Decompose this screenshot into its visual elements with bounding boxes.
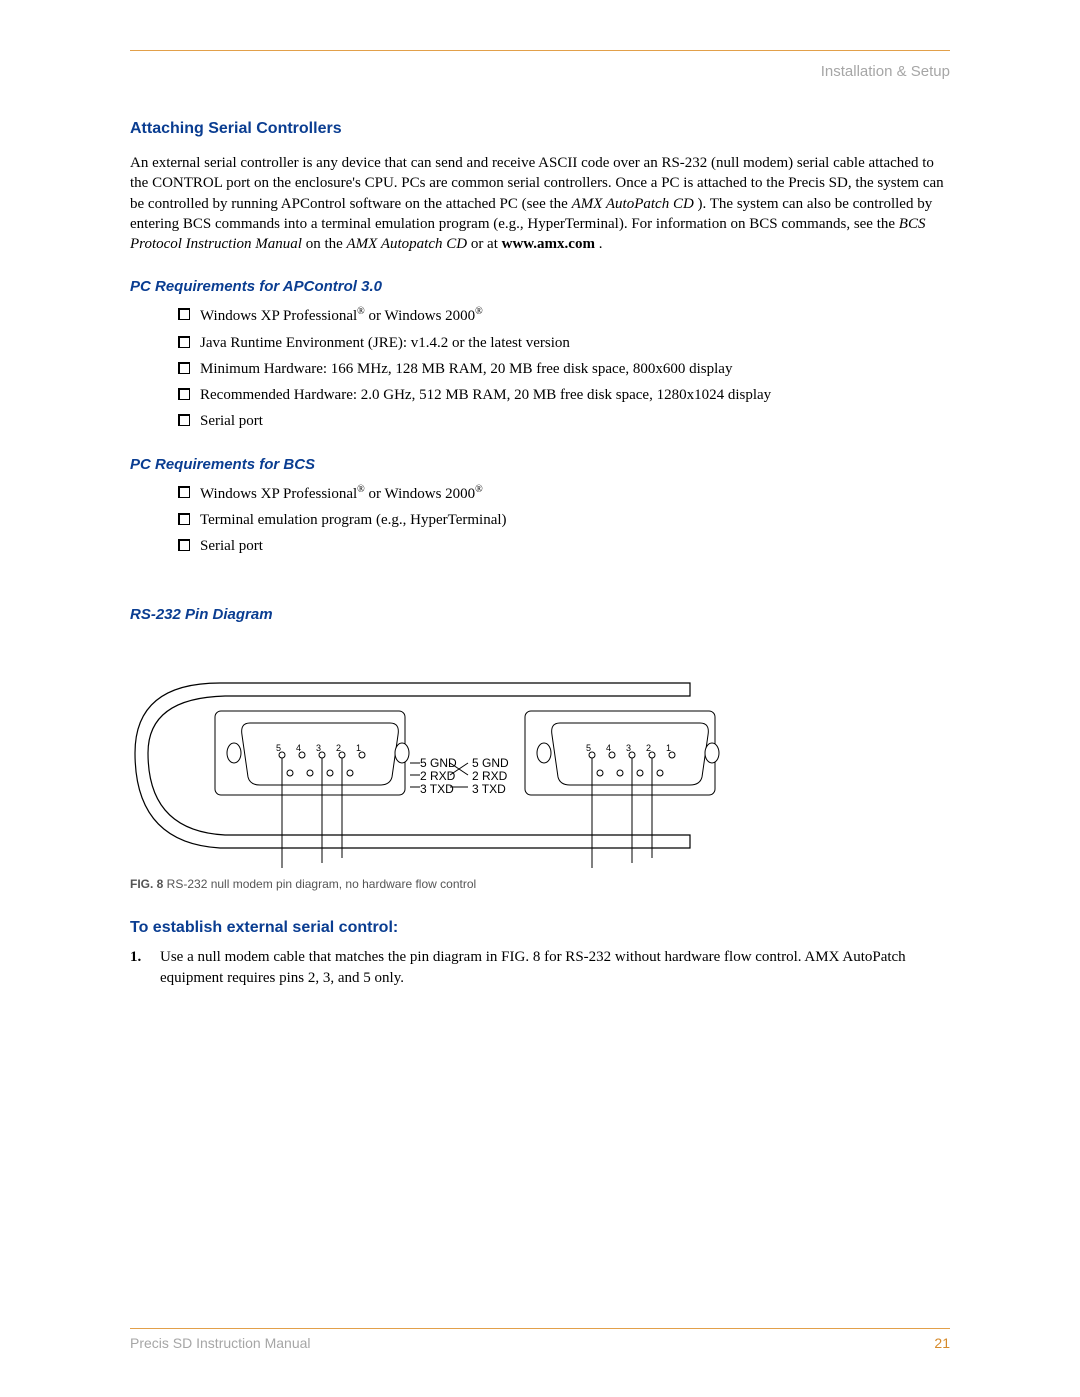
list-item: Windows XP Professional® or Windows 2000… (178, 305, 950, 326)
pin-label: 3 TXD (420, 782, 454, 796)
list-item: Java Runtime Environment (JRE): v1.4.2 o… (178, 333, 950, 353)
svg-text:4: 4 (296, 743, 301, 753)
intro-em-3: AMX Autopatch CD (347, 236, 468, 252)
footer-page-number: 21 (934, 1335, 950, 1351)
checklist-bcs: Windows XP Professional® or Windows 2000… (178, 483, 950, 557)
reg-mark: ® (357, 306, 365, 317)
pin-label: 5 GND (472, 756, 509, 770)
heading-req-bcs: PC Requirements for BCS (130, 456, 950, 473)
pin-label: 3 TXD (472, 782, 506, 796)
li-text: or Windows 2000 (365, 308, 475, 324)
heading-req-apcontrol: PC Requirements for APControl 3.0 (130, 278, 950, 295)
figure-caption-bold: FIG. 8 (130, 877, 163, 891)
heading-establish: To establish external serial control: (130, 919, 950, 937)
heading-attaching: Attaching Serial Controllers (130, 120, 950, 138)
svg-text:3: 3 (626, 743, 631, 753)
intro-paragraph: An external serial controller is any dev… (130, 153, 950, 254)
list-item: 1. Use a null modem cable that matches t… (154, 947, 950, 988)
li-text: Windows XP Professional (200, 308, 357, 324)
svg-text:1: 1 (666, 743, 671, 753)
footer-doc-title: Precis SD Instruction Manual (130, 1335, 311, 1351)
figure-caption-rest: RS-232 null modem pin diagram, no hardwa… (163, 877, 476, 891)
intro-text-d: or at (471, 236, 502, 252)
connector-right: 5 4 3 2 1 (525, 711, 719, 795)
header-rule (130, 50, 950, 51)
svg-text:5: 5 (276, 743, 281, 753)
figure-rs232: 5 4 3 2 1 5 4 (130, 643, 950, 891)
svg-text:4: 4 (606, 743, 611, 753)
rs232-diagram-svg: 5 4 3 2 1 5 4 (130, 643, 740, 873)
step-text: Use a null modem cable that matches the … (160, 949, 906, 985)
steps-list: 1. Use a null modem cable that matches t… (130, 947, 950, 988)
header-section: Installation & Setup (130, 63, 950, 80)
figure-caption: FIG. 8 RS-232 null modem pin diagram, no… (130, 877, 950, 891)
step-number: 1. (130, 947, 141, 967)
svg-text:1: 1 (356, 743, 361, 753)
list-item: Windows XP Professional® or Windows 2000… (178, 483, 950, 504)
footer-rule (130, 1328, 950, 1329)
svg-text:2: 2 (646, 743, 651, 753)
connector-left: 5 4 3 2 1 (215, 711, 409, 795)
li-text: Windows XP Professional (200, 486, 357, 502)
list-item: Serial port (178, 411, 950, 431)
intro-text-e: . (599, 236, 603, 252)
pin-label: 2 RXD (420, 769, 456, 783)
heading-rs232-diagram: RS-232 Pin Diagram (130, 606, 950, 623)
svg-text:5: 5 (586, 743, 591, 753)
intro-url: www.amx.com (502, 236, 595, 252)
reg-mark: ® (475, 306, 483, 317)
svg-text:3: 3 (316, 743, 321, 753)
pin-label: 2 RXD (472, 769, 508, 783)
list-item: Serial port (178, 536, 950, 556)
intro-text-c: on the (306, 236, 347, 252)
svg-text:2: 2 (336, 743, 341, 753)
list-item: Recommended Hardware: 2.0 GHz, 512 MB RA… (178, 385, 950, 405)
li-text: or Windows 2000 (365, 486, 475, 502)
list-item: Minimum Hardware: 166 MHz, 128 MB RAM, 2… (178, 359, 950, 379)
reg-mark: ® (357, 484, 365, 495)
pin-label: 5 GND (420, 756, 457, 770)
intro-em-1: AMX AutoPatch CD (572, 196, 694, 212)
checklist-apcontrol: Windows XP Professional® or Windows 2000… (178, 305, 950, 431)
list-item: Terminal emulation program (e.g., HyperT… (178, 510, 950, 530)
reg-mark: ® (475, 484, 483, 495)
page-footer: Precis SD Instruction Manual 21 (130, 1320, 950, 1351)
